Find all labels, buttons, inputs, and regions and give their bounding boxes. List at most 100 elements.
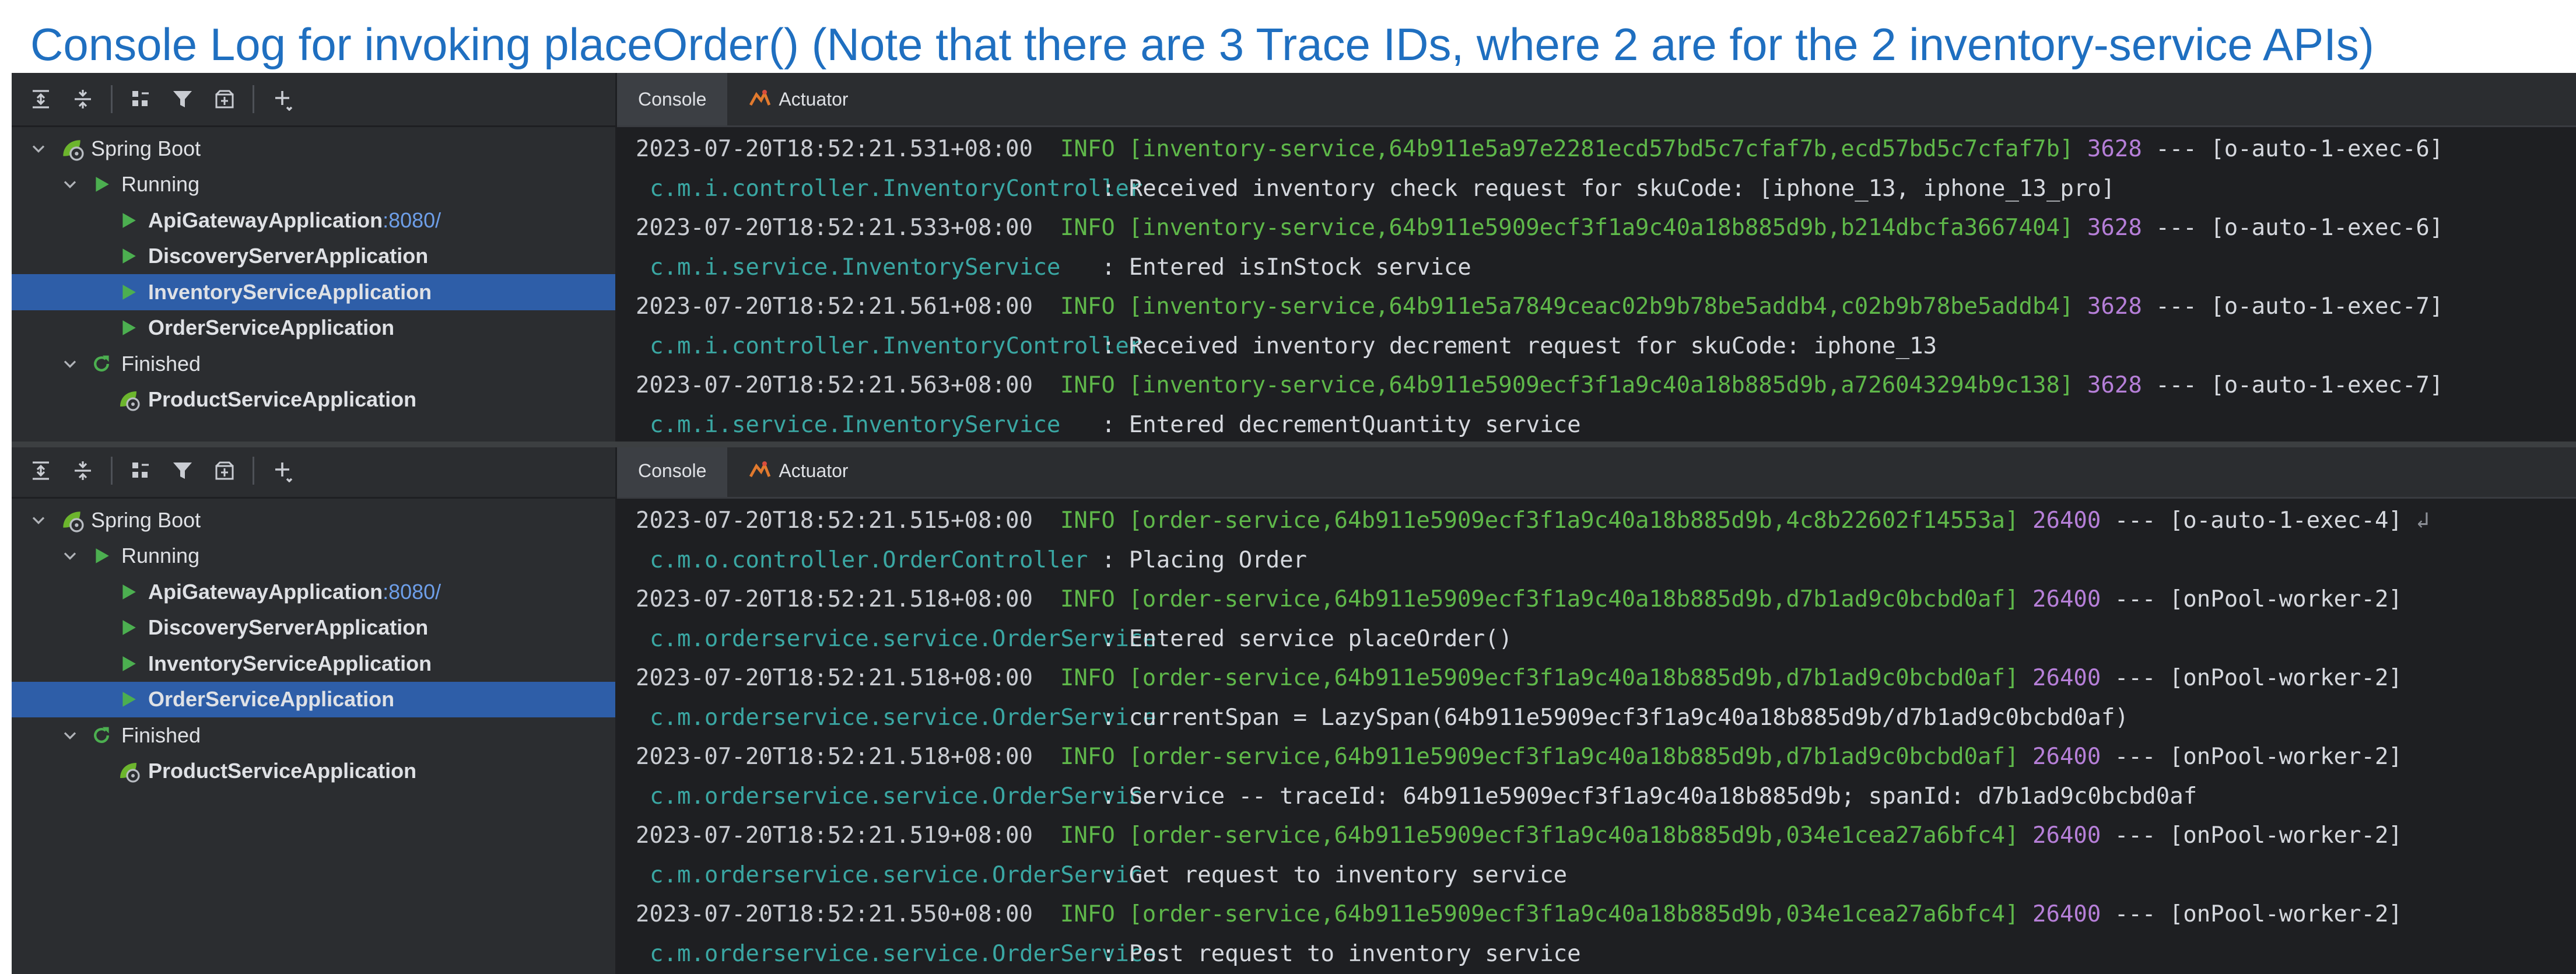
group-icon[interactable] (127, 85, 155, 113)
log-logger: c.m.i.service.InventoryService (650, 411, 1061, 438)
tree-node-finished[interactable]: Finished (12, 717, 615, 754)
tree-app-apigatewayapplication[interactable]: ApiGatewayApplication:8080/ (12, 202, 615, 239)
services-panel-bottom: Spring Boot Running ApiGatewayApplicatio… (12, 444, 2576, 974)
tab-console[interactable]: Console (617, 444, 728, 497)
log-timestamp: 2023-07-20T18:52:21.515+08:00 (636, 507, 1033, 534)
tree-node-finished[interactable]: Finished (12, 346, 615, 382)
log-pid: 26400 (2032, 665, 2101, 691)
chevron-down-icon[interactable] (58, 724, 82, 747)
services-tree-pane: Spring Boot Running ApiGatewayApplicatio… (12, 444, 617, 974)
log-trace: [order-service,64b911e5909ecf3f1a9c40a18… (1128, 665, 2019, 691)
port-link[interactable]: :8080/ (383, 208, 441, 233)
log-timestamp: 2023-07-20T18:52:21.518+08:00 (636, 744, 1033, 770)
log-trace: [inventory-service,64b911e5909ecf3f1a9c4… (1128, 215, 2074, 241)
log-timestamp: 2023-07-20T18:52:21.550+08:00 (636, 901, 1033, 927)
filter-icon[interactable] (169, 457, 197, 485)
log-trace: [order-service,64b911e5909ecf3f1a9c40a18… (1128, 744, 2019, 770)
group-icon[interactable] (127, 457, 155, 485)
log-line: 2023-07-20T18:52:21.518+08:00 INFO [orde… (636, 658, 2576, 698)
log-thread: --- [onPool-worker-2] (2114, 822, 2402, 849)
run-icon (117, 209, 140, 232)
log-level: INFO (1060, 293, 1115, 320)
log-pid: 3628 (2087, 372, 2142, 398)
log-line: c.m.o.controller.OrderController : Placi… (636, 541, 2576, 580)
tab-actuator[interactable]: Actuator (727, 444, 869, 497)
tree-app-productserviceapplication[interactable]: ProductServiceApplication (12, 754, 615, 790)
add-icon[interactable] (268, 457, 296, 485)
log-logger: c.m.orderservice.service.OrderService (650, 704, 1156, 731)
console-pane: Console Actuator 2023-07-20T18:52:21.515+… (617, 444, 2576, 974)
tree-app-discoveryserverapplication[interactable]: DiscoveryServerApplication (12, 610, 615, 646)
tree-app-productserviceapplication[interactable]: ProductServiceApplication (12, 382, 615, 418)
collapse-all-icon[interactable] (69, 85, 97, 113)
new-tab-icon[interactable] (211, 457, 239, 485)
log-line: 2023-07-20T18:52:21.550+08:00 INFO [orde… (636, 895, 2576, 934)
filter-icon[interactable] (169, 85, 197, 113)
tree-app-orderserviceapplication[interactable]: OrderServiceApplication (12, 310, 615, 346)
tree-app-label: ProductServiceApplication (148, 759, 417, 783)
expand-all-icon[interactable] (27, 85, 55, 113)
tab-console[interactable]: Console (617, 73, 728, 125)
tree-app-inventoryserviceapplication[interactable]: InventoryServiceApplication (12, 274, 615, 310)
log-trace: [order-service,64b911e5909ecf3f1a9c40a18… (1128, 901, 2019, 927)
console-log[interactable]: 2023-07-20T18:52:21.515+08:00 INFO [orde… (617, 499, 2576, 973)
log-thread: --- [onPool-worker-2] (2114, 586, 2402, 612)
rerun-icon (90, 724, 113, 747)
tree-app-apigatewayapplication[interactable]: ApiGatewayApplication:8080/ (12, 574, 615, 610)
log-line: c.m.i.service.InventoryService : Entered… (636, 405, 2576, 445)
tree-node-running[interactable]: Running (12, 538, 615, 574)
tree-app-label: OrderServiceApplication (148, 687, 395, 712)
tree-node-label: Spring Boot (91, 136, 201, 160)
log-line: 2023-07-20T18:52:21.533+08:00 INFO [inve… (636, 208, 2576, 248)
run-icon (117, 316, 140, 339)
log-message: : Get request to inventory service (1101, 861, 1568, 888)
log-message: : Service -- traceId: 64b911e5909ecf3f1a… (1101, 783, 2198, 810)
log-logger: c.m.i.service.InventoryService (650, 254, 1061, 281)
add-icon[interactable] (268, 85, 296, 113)
spring-boot-icon (58, 135, 85, 162)
log-message: : Entered decrementQuantity service (1101, 411, 1581, 438)
expand-all-icon[interactable] (27, 457, 55, 485)
log-pid: 3628 (2087, 293, 2142, 320)
console-tab-bar: Console Actuator (617, 444, 2576, 499)
chevron-down-icon[interactable] (27, 137, 50, 160)
log-thread: --- [o-auto-1-exec-7] (2156, 293, 2444, 320)
toolbar-separator (253, 85, 254, 113)
tab-label: Actuator (779, 460, 849, 481)
chevron-down-icon[interactable] (58, 544, 82, 567)
log-trace: [inventory-service,64b911e5a7849ceac02b9… (1128, 293, 2074, 320)
chevron-down-icon[interactable] (58, 173, 82, 196)
log-logger: c.m.orderservice.service.OrderService (650, 783, 1156, 810)
actuator-icon (748, 457, 772, 485)
log-thread: --- [o-auto-1-exec-4] (2114, 507, 2402, 534)
tree-node-spring-boot[interactable]: Spring Boot (12, 131, 615, 167)
log-thread: --- [o-auto-1-exec-6] (2156, 136, 2444, 162)
chevron-down-icon[interactable] (27, 509, 50, 532)
spring-boot-icon (117, 388, 140, 411)
log-line: 2023-07-20T18:52:21.561+08:00 INFO [inve… (636, 287, 2576, 327)
services-tree: Spring Boot Running ApiGatewayApplicatio… (12, 499, 615, 789)
console-log[interactable]: 2023-07-20T18:52:21.531+08:00 INFO [inve… (617, 127, 2576, 444)
tab-actuator[interactable]: Actuator (727, 73, 869, 125)
tree-app-inventoryserviceapplication[interactable]: InventoryServiceApplication (12, 646, 615, 682)
tree-node-running[interactable]: Running (12, 167, 615, 203)
page-title: Console Log for invoking placeOrder() (N… (30, 19, 2374, 70)
tree-app-orderserviceapplication[interactable]: OrderServiceApplication (12, 681, 615, 717)
collapse-all-icon[interactable] (69, 457, 97, 485)
log-pid: 26400 (2032, 822, 2101, 849)
port-link[interactable]: :8080/ (383, 580, 441, 604)
tree-node-label: Finished (121, 723, 201, 747)
chevron-down-icon[interactable] (58, 352, 82, 376)
tree-app-discoveryserverapplication[interactable]: DiscoveryServerApplication (12, 239, 615, 275)
log-level: INFO (1060, 822, 1115, 849)
panel-divider[interactable] (12, 442, 2576, 447)
new-tab-icon[interactable] (211, 85, 239, 113)
log-pid: 26400 (2032, 507, 2101, 534)
log-line: 2023-07-20T18:52:21.531+08:00 INFO [inve… (636, 129, 2576, 169)
tree-node-label: Running (121, 544, 200, 568)
toolbar-separator (111, 85, 113, 113)
tree-app-label: DiscoveryServerApplication (148, 244, 429, 268)
run-icon (117, 580, 140, 604)
log-pid: 3628 (2087, 136, 2142, 162)
tree-node-spring-boot[interactable]: Spring Boot (12, 502, 615, 538)
